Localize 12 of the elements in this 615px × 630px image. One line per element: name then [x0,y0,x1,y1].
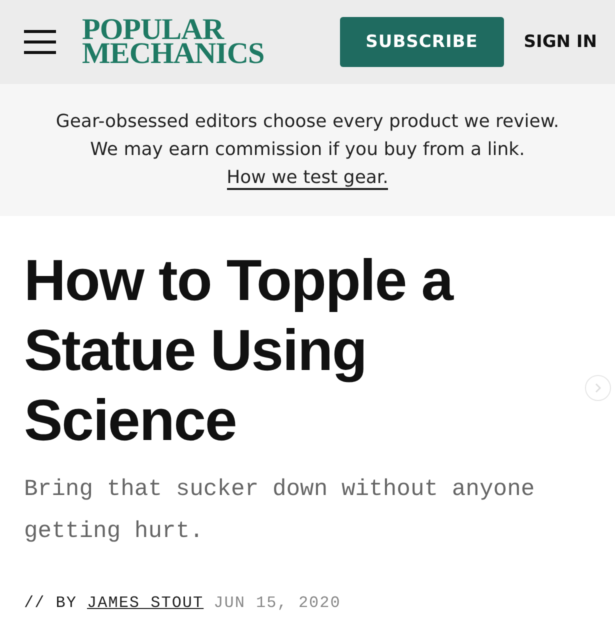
menu-icon[interactable] [24,28,56,56]
byline-label: // BY [24,594,78,612]
author-link[interactable]: JAMES STOUT [87,594,204,612]
subscribe-button[interactable]: SUBSCRIBE [340,17,504,67]
disclaimer-text: Gear-obsessed editors choose every product we review. We may earn commission if you buy from a link. How we test gear. [54,110,560,192]
sign-in-link[interactable]: SIGN IN [524,32,597,52]
article-subtitle: Bring that sucker down without anyone getting hurt. [24,475,536,546]
chevron-right-icon [594,383,602,393]
publish-date: JUN 15, 2020 [214,594,341,612]
site-logo[interactable]: POPULAR MECHANICS [82,18,340,66]
test-gear-link[interactable]: How we test gear. [226,167,388,190]
article-title: How to Topple a Statue Using Science [24,247,454,455]
